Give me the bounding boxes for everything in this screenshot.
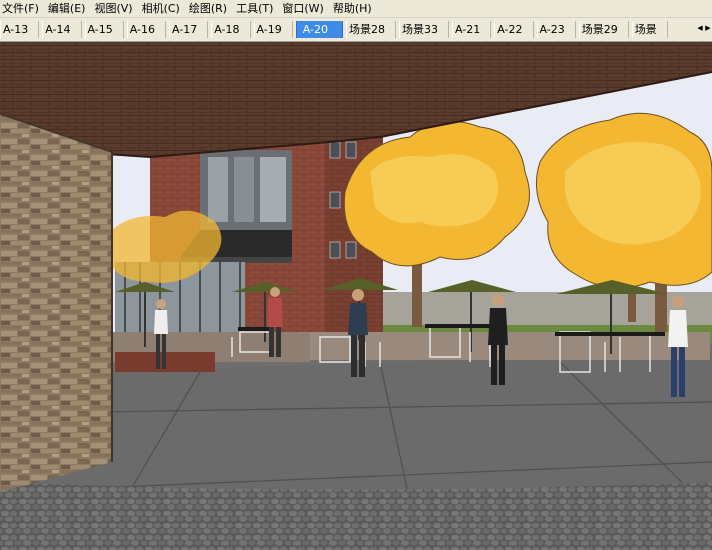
scene-tab-7[interactable]: A-20 xyxy=(295,21,343,38)
arrow-left-icon[interactable]: ◀ xyxy=(696,20,704,37)
scene-render xyxy=(0,42,712,550)
scene-tab-10[interactable]: A-21 xyxy=(452,21,492,38)
scene-tab-4[interactable]: A-17 xyxy=(169,21,209,38)
tab-scroll-control: ◀ ▶ xyxy=(696,20,712,37)
3d-viewport[interactable] xyxy=(0,42,712,550)
menu-item-5[interactable]: 工具(T) xyxy=(234,0,280,17)
menu-bar: 文件(F) 编辑(E) 视图(V) 相机(C) 绘图(R) 工具(T) 窗口(W) 帮助(H) xyxy=(0,0,712,18)
menu-item-0[interactable]: 文件(F) xyxy=(0,0,46,17)
scene-tab-1[interactable]: A-14 xyxy=(42,21,82,38)
menu-item-2[interactable]: 视图(V) xyxy=(92,0,139,17)
scene-tab-5[interactable]: A-18 xyxy=(211,21,251,38)
menu-item-4[interactable]: 绘图(R) xyxy=(187,0,234,17)
menu-item-7[interactable]: 帮助(H) xyxy=(331,0,379,17)
menu-item-3[interactable]: 相机(C) xyxy=(140,0,187,17)
scene-tab-6[interactable]: A-19 xyxy=(253,21,293,38)
stone-column xyxy=(0,114,112,492)
scene-tab-bar: A-13 A-14 A-15 A-16 A-17 A-18 A-19 A-20 场景28 场景33… xyxy=(0,18,712,42)
scene-tab-13[interactable]: 场景29 xyxy=(578,21,629,38)
scene-tab-14[interactable]: 场景 xyxy=(631,21,668,38)
scene-tab-12[interactable]: A-23 xyxy=(536,21,576,38)
menu-item-6[interactable]: 窗口(W) xyxy=(280,0,330,17)
scene-tab-3[interactable]: A-16 xyxy=(126,21,166,38)
scene-tab-2[interactable]: A-15 xyxy=(84,21,124,38)
arrow-right-icon[interactable]: ▶ xyxy=(704,20,712,37)
scene-tab-11[interactable]: A-22 xyxy=(494,21,534,38)
menu-item-1[interactable]: 编辑(E) xyxy=(46,0,93,17)
scene-tabs: A-13 A-14 A-15 A-16 A-17 A-18 A-19 A-20 场景28 场景33… xyxy=(0,20,671,39)
scene-tab-8[interactable]: 场景28 xyxy=(346,21,396,38)
scene-tab-9[interactable]: 场景33 xyxy=(399,21,449,38)
scene-tab-0[interactable]: A-13 xyxy=(0,21,40,38)
